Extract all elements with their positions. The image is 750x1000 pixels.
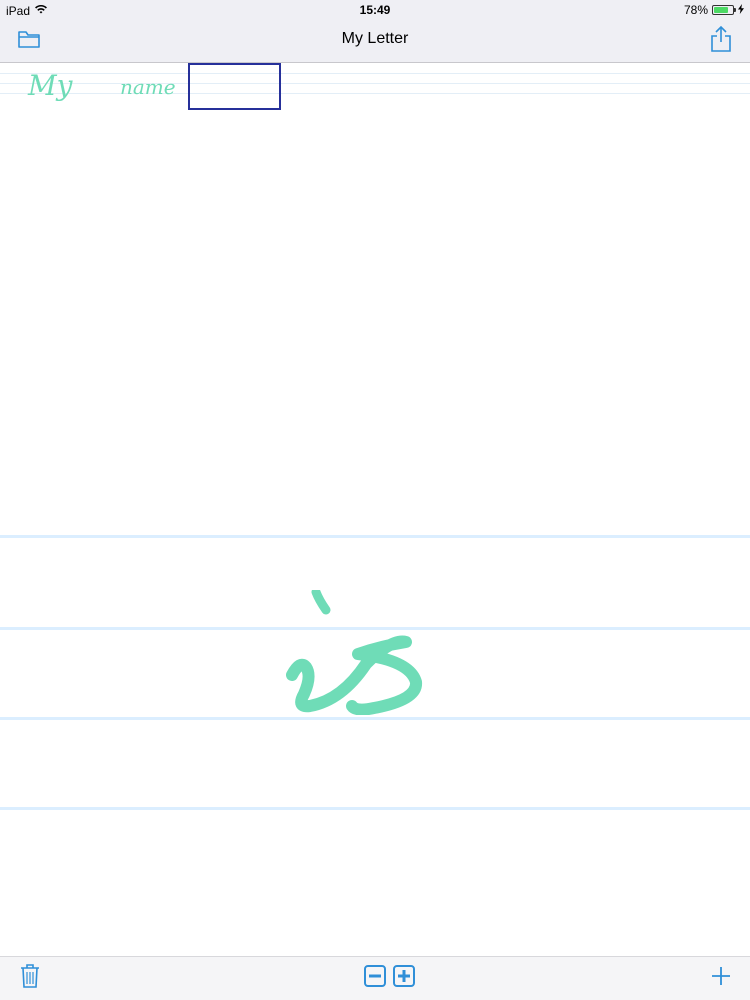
preview-word: My <box>28 69 73 102</box>
delete-button[interactable] <box>15 963 45 993</box>
battery-icon <box>712 5 736 15</box>
share-icon <box>710 25 732 58</box>
status-right: 78% <box>684 3 744 17</box>
writing-guide-line <box>0 717 750 720</box>
trash-icon <box>19 963 41 994</box>
status-time: 15:49 <box>359 3 391 17</box>
preview-guide-line <box>0 93 750 94</box>
zoom-out-button[interactable] <box>360 963 390 993</box>
status-bar: iPad 15:49 78% <box>0 0 750 20</box>
battery-fill <box>714 7 728 13</box>
navigation-bar: My Letter <box>0 20 750 63</box>
handwritten-word <box>286 590 422 715</box>
preview-guide-line <box>0 83 750 84</box>
bottom-toolbar <box>0 956 750 1000</box>
add-button[interactable] <box>706 963 736 993</box>
writing-guide-line <box>0 807 750 810</box>
battery-tip <box>734 8 736 12</box>
charging-icon <box>738 3 744 17</box>
writing-guide-line <box>0 535 750 538</box>
insertion-box[interactable] <box>188 63 281 110</box>
share-button[interactable] <box>704 24 738 58</box>
handwriting-canvas[interactable] <box>0 535 750 815</box>
zoom-out-icon <box>363 964 387 993</box>
page-title: My Letter <box>341 30 409 47</box>
battery-percent: 78% <box>683 3 708 17</box>
app-screen: iPad 15:49 78% My Letter My name <box>0 0 750 1000</box>
preview-word: name <box>120 75 176 99</box>
preview-guide-line <box>0 73 750 74</box>
zoom-in-button[interactable] <box>389 963 419 993</box>
zoom-in-icon <box>392 964 416 993</box>
text-preview[interactable]: My name <box>0 63 750 113</box>
plus-icon <box>710 965 732 992</box>
